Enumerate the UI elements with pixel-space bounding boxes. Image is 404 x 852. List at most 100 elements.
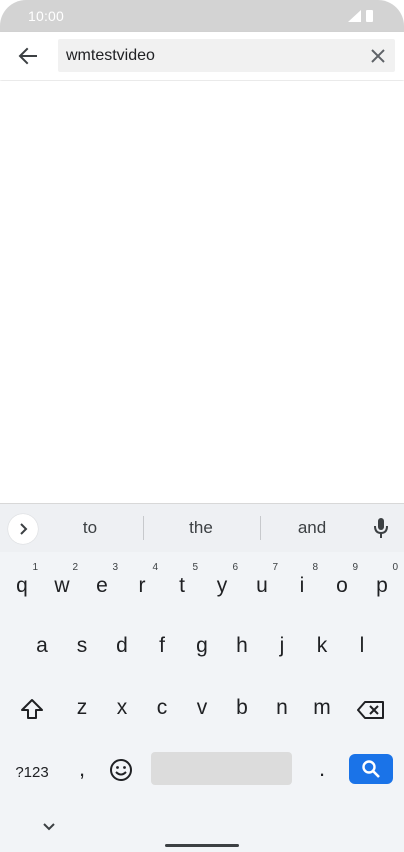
space-key[interactable] [151,752,292,785]
key-g[interactable]: g [182,618,222,670]
key-label: f [159,634,165,657]
search-input[interactable] [66,39,356,72]
key-x[interactable]: x [102,680,142,732]
expand-toolbar-button[interactable] [8,514,38,544]
key-z[interactable]: z [62,680,102,732]
microphone-icon [374,518,388,538]
key-t[interactable]: 5t [162,558,202,610]
battery-icon [366,10,373,22]
hide-keyboard-button[interactable] [38,818,60,836]
suggestion-1[interactable]: to [50,518,130,538]
voice-input-button[interactable] [370,516,392,540]
key-label: p [376,574,388,597]
arrow-back-icon [18,47,37,65]
key-v[interactable]: v [182,680,222,732]
key-i[interactable]: 8i [282,558,322,610]
search-field[interactable] [58,39,395,72]
chevron-down-icon [43,823,55,831]
key-p[interactable]: 0p [362,558,402,610]
key-hint: 3 [112,562,118,573]
key-label: z [76,696,88,719]
results-area [0,81,404,503]
key-label: x [116,696,128,719]
suggestion-divider [260,516,261,540]
key-label: u [256,574,268,597]
key-label: o [336,574,348,597]
key-label: d [116,634,128,657]
key-hint: 4 [152,562,158,573]
key-label: y [216,574,228,597]
key-label: r [138,574,146,597]
key-label: w [54,574,70,597]
shift-key[interactable] [14,694,50,724]
key-j[interactable]: j [262,618,302,670]
emoji-key[interactable] [106,756,136,784]
key-hint: 1 [32,562,38,573]
key-a[interactable]: a [22,618,62,670]
key-hint: 9 [352,562,358,573]
key-label: m [313,696,331,719]
key-b[interactable]: b [222,680,262,732]
key-label: i [299,574,305,597]
close-icon [371,49,385,63]
status-icons [346,9,376,23]
home-indicator[interactable] [165,844,239,847]
key-hint: 2 [72,562,78,573]
key-k[interactable]: k [302,618,342,670]
key-label: q [16,574,28,597]
comma-key[interactable]: , [70,756,94,788]
key-label: e [96,574,108,597]
period-key[interactable]: . [310,756,334,788]
key-label: b [236,696,248,719]
key-hint: 8 [312,562,318,573]
key-hint: 7 [272,562,278,573]
emoji-icon [110,759,132,781]
key-f[interactable]: f [142,618,182,670]
key-label: j [279,634,285,657]
key-u[interactable]: 7u [242,558,282,610]
search-key[interactable] [349,754,393,784]
shift-icon [21,699,43,719]
key-label: a [36,634,48,657]
key-r[interactable]: 4r [122,558,162,610]
on-screen-keyboard: to the and 1q 2w 3e 4r 5t 6y 7u 8i 9o 0p… [0,503,404,852]
key-label: v [196,696,208,719]
suggestion-strip: to the and [0,504,404,552]
signal-icon [348,10,361,22]
chevron-right-icon [20,523,28,535]
key-n[interactable]: n [262,680,302,732]
key-hint: 6 [232,562,238,573]
key-o[interactable]: 9o [322,558,362,610]
key-label: t [179,574,185,597]
key-label: h [236,634,248,657]
key-q[interactable]: 1q [2,558,42,610]
key-c[interactable]: c [142,680,182,732]
status-time: 10:00 [28,8,65,24]
search-icon [362,760,380,778]
suggestion-3[interactable]: and [272,518,352,538]
status-bar: 10:00 [0,0,404,32]
key-label: l [359,634,365,657]
key-s[interactable]: s [62,618,102,670]
key-h[interactable]: h [222,618,262,670]
suggestion-divider [143,516,144,540]
clear-search-button[interactable] [367,45,389,67]
backspace-key[interactable] [352,696,390,724]
back-button[interactable] [14,42,42,70]
key-label: g [196,634,208,657]
key-label: k [316,634,328,657]
key-hint: 0 [392,562,398,573]
search-bar [0,32,404,80]
key-l[interactable]: l [342,618,382,670]
key-d[interactable]: d [102,618,142,670]
key-hint: 5 [192,562,198,573]
backspace-icon [357,701,384,719]
key-label: c [156,696,168,719]
suggestion-2[interactable]: the [161,518,241,538]
key-m[interactable]: m [302,680,342,732]
key-e[interactable]: 3e [82,558,122,610]
key-w[interactable]: 2w [42,558,82,610]
key-label: s [76,634,88,657]
symbols-key[interactable]: ?123 [8,758,56,786]
key-y[interactable]: 6y [202,558,242,610]
